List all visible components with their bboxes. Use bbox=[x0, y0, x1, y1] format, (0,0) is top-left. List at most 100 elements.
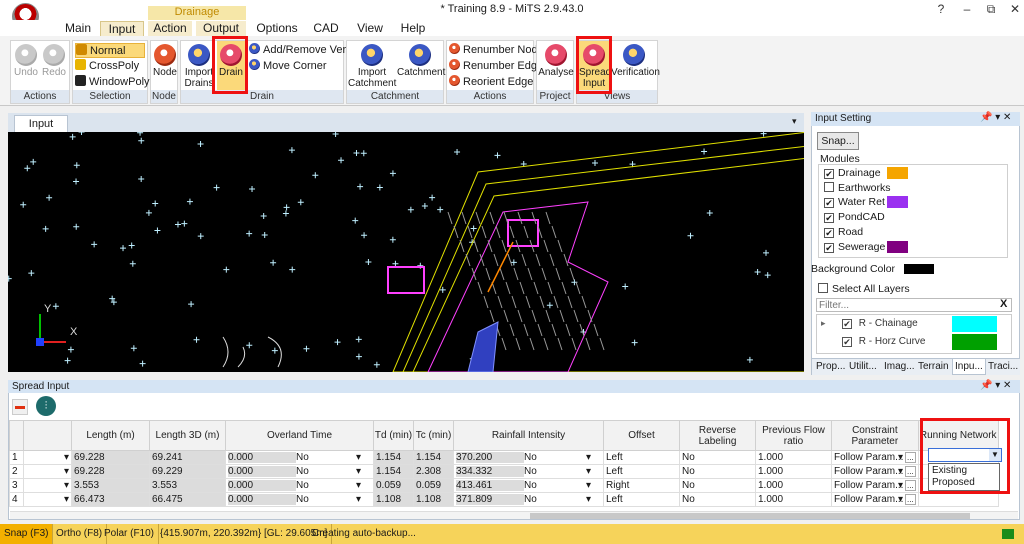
row-dropdown-icon[interactable]: ▾ bbox=[23, 478, 72, 493]
import-drains-button[interactable]: Import Drains bbox=[183, 41, 215, 89]
table-cell[interactable]: 0.059 bbox=[413, 478, 454, 493]
cell-select[interactable]: No bbox=[524, 494, 586, 505]
cell-select[interactable]: Follow Param... bbox=[834, 494, 903, 505]
table-cell[interactable]: 2.308 bbox=[413, 464, 454, 479]
table-cell[interactable]: 4 bbox=[9, 492, 24, 507]
table-cell[interactable]: Left bbox=[603, 464, 680, 479]
cell-select[interactable]: No bbox=[296, 494, 356, 505]
table-cell[interactable]: 0.000 No ▾ bbox=[225, 450, 374, 465]
layer-filter-input[interactable] bbox=[816, 298, 1012, 312]
cell-select[interactable]: No bbox=[296, 466, 356, 477]
chevron-down-icon[interactable]: ▾ bbox=[898, 494, 903, 505]
column-header[interactable]: Constraint Parameter bbox=[831, 420, 919, 451]
undo-button[interactable]: Undo bbox=[13, 41, 39, 78]
table-row[interactable]: 3 ▾ 3.553 3.553 0.000 No ▾ 0.059 0.059 413.461 No ▾… bbox=[9, 478, 999, 493]
checkbox-icon[interactable]: ✔ bbox=[824, 228, 834, 238]
checkbox-icon[interactable]: ✔ bbox=[824, 169, 834, 179]
module-drainage[interactable]: ✔ Drainage bbox=[824, 166, 881, 180]
table-cell[interactable]: 2 bbox=[9, 464, 24, 479]
drainage-color-swatch[interactable] bbox=[887, 167, 908, 179]
table-cell[interactable]: 3 bbox=[9, 478, 24, 493]
chevron-down-icon[interactable]: ▾ bbox=[898, 452, 903, 463]
column-header[interactable]: Length 3D (m) bbox=[149, 420, 226, 451]
table-cell[interactable]: 0.000 No ▾ bbox=[225, 464, 374, 479]
column-header[interactable]: Reverse Labeling bbox=[679, 420, 756, 451]
table-cell[interactable]: 334.332 No ▾ bbox=[453, 464, 604, 479]
table-cell[interactable]: 1.154 bbox=[373, 464, 414, 479]
add-remove-vertex-button[interactable]: Add/Remove Vertex bbox=[249, 43, 361, 58]
tab-input[interactable]: Input bbox=[100, 21, 144, 36]
row-dropdown-icon[interactable]: ▾ bbox=[23, 450, 72, 465]
tab-input-panel[interactable]: Inpu... bbox=[952, 359, 986, 375]
cell-select[interactable]: Follow Param... bbox=[834, 480, 903, 491]
cell-select[interactable]: No bbox=[524, 480, 586, 491]
table-cell[interactable]: Follow Param...▾... bbox=[831, 464, 919, 479]
cell-select[interactable]: No bbox=[296, 452, 356, 463]
table-cell[interactable]: 1.000 bbox=[755, 492, 832, 507]
table-cell[interactable]: 69.228 bbox=[71, 464, 150, 479]
cell-select[interactable]: No bbox=[524, 466, 586, 477]
tab-options[interactable]: Options bbox=[254, 21, 300, 36]
checkbox-icon[interactable] bbox=[818, 283, 828, 293]
restore-button[interactable]: ⧉ bbox=[979, 2, 1003, 18]
checkbox-icon[interactable]: ✔ bbox=[824, 198, 834, 208]
chevron-down-icon[interactable]: ▾ bbox=[898, 466, 903, 477]
crosspoly-button[interactable]: CrossPoly bbox=[75, 59, 139, 74]
chevron-down-icon[interactable]: ▾ bbox=[356, 494, 361, 505]
table-cell[interactable]: Follow Param...▾... bbox=[831, 492, 919, 507]
checkbox-icon[interactable] bbox=[824, 182, 834, 192]
tab-output[interactable]: Output bbox=[196, 21, 246, 36]
pin-icon[interactable]: 📌 ▾ ✕ bbox=[980, 112, 1011, 123]
catchment-button[interactable]: Catchment bbox=[397, 41, 445, 78]
table-cell[interactable]: No bbox=[679, 450, 756, 465]
table-cell[interactable]: Left bbox=[603, 450, 680, 465]
normal-button[interactable]: Normal bbox=[75, 43, 145, 58]
column-header[interactable]: Tc (min) bbox=[413, 420, 454, 451]
tab-utilities[interactable]: Utilit... bbox=[849, 361, 877, 372]
module-earthworks[interactable]: Earthworks bbox=[824, 181, 891, 195]
module-water-ret[interactable]: ✔ Water Ret bbox=[824, 195, 885, 209]
table-cell[interactable]: Follow Param...▾... bbox=[831, 478, 919, 493]
cell-select[interactable]: No bbox=[524, 452, 586, 463]
move-corner-button[interactable]: Move Corner bbox=[249, 59, 327, 74]
chevron-down-icon[interactable]: ▾ bbox=[586, 452, 591, 463]
layer-row[interactable]: ✔ R - Chainage bbox=[842, 318, 918, 329]
tab-images[interactable]: Imag... bbox=[884, 361, 915, 372]
column-header[interactable]: Length (m) bbox=[71, 420, 150, 451]
column-header[interactable]: Rainfall Intensity bbox=[453, 420, 604, 451]
table-cell[interactable]: Left bbox=[603, 492, 680, 507]
tab-terrain[interactable]: Terrain bbox=[918, 361, 949, 372]
pin-icon[interactable]: 📌 ▾ ✕ bbox=[980, 380, 1011, 391]
table-cell[interactable]: 69.228 bbox=[71, 450, 150, 465]
table-cell[interactable]: 0.000 No ▾ bbox=[225, 492, 374, 507]
tab-help[interactable]: Help bbox=[396, 21, 430, 36]
tab-tracing[interactable]: Traci... bbox=[988, 361, 1018, 372]
table-cell[interactable]: 1.000 bbox=[755, 450, 832, 465]
table-cell[interactable]: 1.154 bbox=[413, 450, 454, 465]
module-pondcad[interactable]: ✔ PondCAD bbox=[824, 210, 885, 224]
checkbox-icon[interactable]: ✔ bbox=[842, 337, 852, 347]
tab-input-view[interactable]: Input bbox=[14, 115, 68, 132]
table-cell[interactable]: 1.000 bbox=[755, 464, 832, 479]
windowpoly-button[interactable]: WindowPoly bbox=[75, 75, 150, 90]
ellipsis-button[interactable]: ... bbox=[905, 494, 916, 505]
table-cell[interactable]: 1 bbox=[9, 450, 24, 465]
module-sewerage[interactable]: ✔ Sewerage bbox=[824, 240, 885, 254]
cell-select[interactable]: No bbox=[296, 480, 356, 491]
column-header[interactable]: Td (min) bbox=[373, 420, 414, 451]
table-cell[interactable]: 413.461 No ▾ bbox=[453, 478, 604, 493]
table-cell[interactable] bbox=[917, 492, 999, 507]
table-row[interactable]: 1 ▾ 69.228 69.241 0.000 No ▾ 1.154 1.154 370.200 N… bbox=[9, 450, 999, 465]
clear-filter-button[interactable]: X bbox=[1000, 298, 1007, 310]
chevron-down-icon[interactable]: ▾ bbox=[586, 466, 591, 477]
cad-viewport[interactable]: Y X bbox=[8, 132, 804, 372]
chevron-down-icon[interactable]: ▾ bbox=[792, 116, 797, 127]
table-cell[interactable]: 1.108 bbox=[373, 492, 414, 507]
column-header[interactable]: Offset bbox=[603, 420, 680, 451]
sewerage-color-swatch[interactable] bbox=[887, 241, 908, 253]
table-cell[interactable]: 3.553 bbox=[71, 478, 150, 493]
table-cell[interactable]: 3.553 bbox=[149, 478, 226, 493]
table-cell[interactable]: 1.108 bbox=[413, 492, 454, 507]
tab-view[interactable]: View bbox=[350, 21, 390, 36]
verification-button[interactable]: Verification bbox=[611, 41, 660, 78]
